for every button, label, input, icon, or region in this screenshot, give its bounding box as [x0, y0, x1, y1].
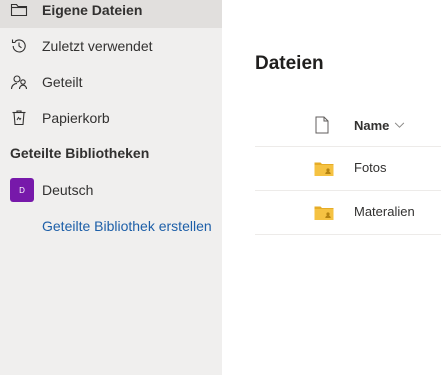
- sidebar-item-recent[interactable]: Zuletzt verwendet: [0, 28, 222, 64]
- file-list-header: Name: [255, 108, 441, 147]
- sidebar-item-recycle-bin[interactable]: Papierkorb: [0, 100, 222, 136]
- column-header-name[interactable]: Name: [354, 118, 405, 133]
- file-name[interactable]: Fotos: [354, 160, 387, 175]
- shared-folder-icon: [314, 204, 334, 221]
- shared-folder-icon: [314, 160, 334, 177]
- history-icon: [10, 37, 28, 55]
- shared-people-icon: [10, 73, 28, 91]
- sidebar-item-label: Geteilt: [42, 74, 83, 90]
- library-item-deutsch[interactable]: D Deutsch: [0, 175, 222, 205]
- sidebar-item-my-files[interactable]: Eigene Dateien: [0, 0, 222, 28]
- chevron-down-icon: [395, 122, 405, 128]
- folder-outline-icon: [10, 1, 28, 19]
- sidebar-item-label: Eigene Dateien: [42, 2, 143, 18]
- recycle-bin-icon: [10, 109, 28, 127]
- sidebar-item-label: Zuletzt verwendet: [42, 38, 153, 54]
- create-shared-library-link[interactable]: Geteilte Bibliothek erstellen: [42, 218, 212, 234]
- library-label: Deutsch: [42, 182, 94, 198]
- file-type-icon[interactable]: [314, 116, 330, 134]
- sidebar-item-label: Papierkorb: [42, 110, 110, 126]
- column-header-label: Name: [354, 118, 390, 133]
- onedrive-app: Eigene Dateien Zuletzt verwendet Geteilt…: [0, 0, 441, 375]
- shared-libraries-header: Geteilte Bibliotheken: [10, 145, 150, 161]
- table-row[interactable]: Fotos: [255, 147, 441, 191]
- library-badge: D: [10, 178, 34, 202]
- sidebar: Eigene Dateien Zuletzt verwendet Geteilt…: [0, 0, 222, 375]
- page-title: Dateien: [255, 53, 324, 74]
- sidebar-item-shared[interactable]: Geteilt: [0, 64, 222, 100]
- table-row[interactable]: Materalien: [255, 191, 441, 235]
- file-name[interactable]: Materalien: [354, 204, 415, 219]
